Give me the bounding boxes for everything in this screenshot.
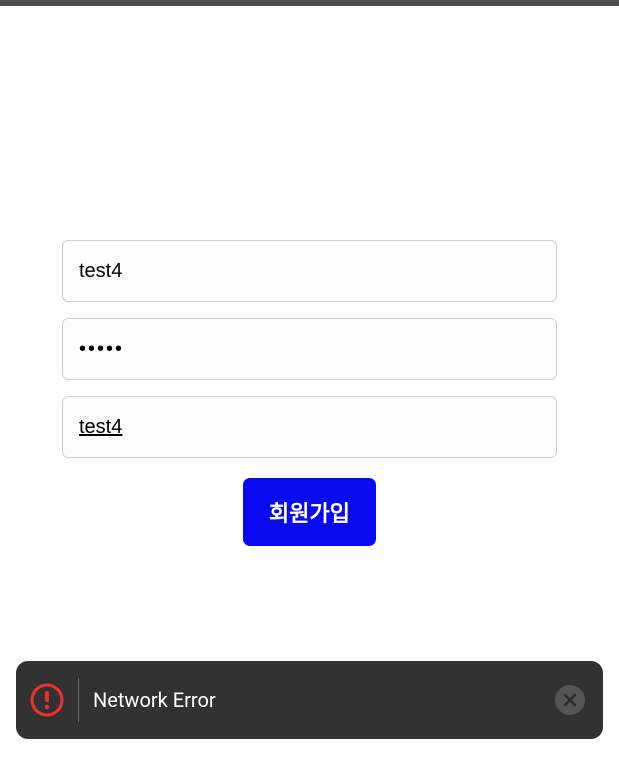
error-icon xyxy=(30,683,64,717)
toast-close-button[interactable] xyxy=(555,685,585,715)
close-icon xyxy=(563,693,577,707)
signup-form: 회원가입 xyxy=(0,6,619,546)
signup-button[interactable]: 회원가입 xyxy=(243,478,376,546)
toast-divider xyxy=(78,678,79,722)
error-toast: Network Error xyxy=(16,661,603,739)
nickname-input[interactable] xyxy=(62,396,557,458)
toast-message: Network Error xyxy=(93,688,541,712)
username-input[interactable] xyxy=(62,240,557,302)
password-input[interactable] xyxy=(62,318,557,380)
